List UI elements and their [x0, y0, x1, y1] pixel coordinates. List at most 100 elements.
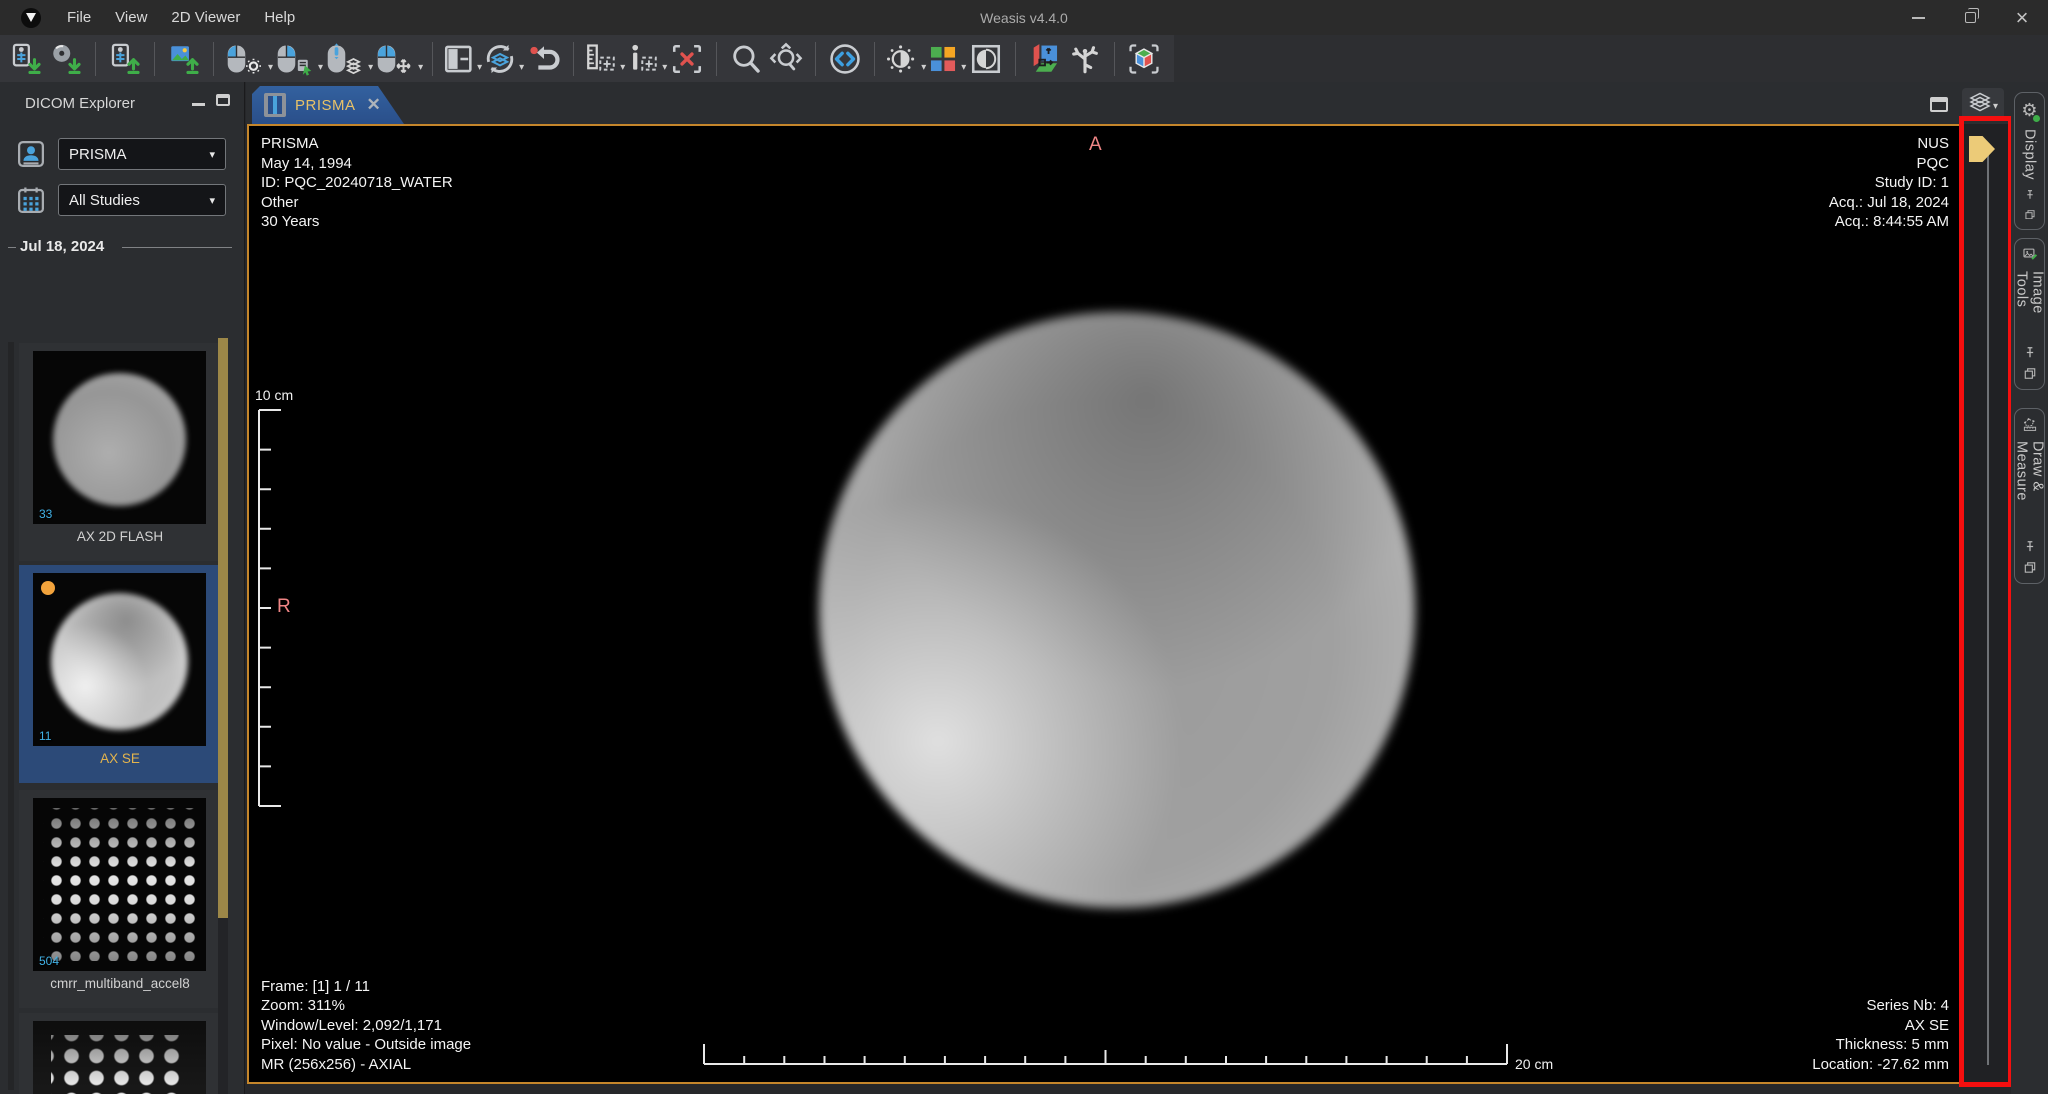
layout-button[interactable]: ▾ [442, 39, 482, 79]
invert-lut-button[interactable] [966, 39, 1006, 79]
series-thumbnail-list: 33 AX 2D FLASH 11 AX SE 504 [0, 338, 244, 1094]
skeleton-tool-icon [1068, 42, 1102, 76]
series-thumbnail-image: 11 [33, 573, 206, 746]
zoom-button[interactable] [726, 39, 766, 79]
import-cd-button[interactable] [46, 39, 86, 79]
close-button[interactable]: × [1996, 0, 2048, 35]
weasis-window: File View 2D Viewer Help Weasis v4.4.0 × [0, 0, 2048, 1094]
series-label: cmrr_multiband_accel8 [19, 976, 221, 991]
detach-window-icon[interactable] [2023, 562, 2037, 573]
study-select-value: All Studies [69, 192, 140, 209]
import-image-button[interactable] [164, 39, 204, 79]
tile-windows-icon[interactable] [1930, 97, 1948, 112]
volume-3d-button[interactable] [1124, 39, 1164, 79]
vertical-scale-ruler: 10 cm [251, 388, 321, 818]
dicom-metadata-icon [828, 42, 862, 76]
tab-close-icon[interactable]: ✕ [367, 95, 381, 115]
toolbar-separator [95, 42, 96, 76]
pin-icon[interactable] [2023, 347, 2037, 358]
chevron-down-icon: ▾ [209, 148, 215, 161]
mouse-left-window-level-button[interactable]: ▾ [223, 39, 273, 79]
toolbar-separator [573, 42, 574, 76]
tab-image-tools[interactable]: Image Tools [2014, 238, 2045, 390]
import-image-icon [167, 42, 201, 76]
series-layout-button[interactable]: ▾ [1962, 88, 2004, 120]
menu-file[interactable]: File [57, 7, 101, 28]
explorer-scrollbar[interactable] [218, 338, 228, 1094]
frame-slider-handle[interactable] [1969, 136, 1995, 162]
series-thumbnail-selected[interactable]: 11 AX SE [19, 565, 221, 783]
overlay-patient-info: PRISMA May 14, 1994 ID: PQC_20240718_WAT… [261, 134, 453, 232]
menu-view[interactable]: View [105, 7, 157, 28]
study-select[interactable]: All Studies ▾ [58, 184, 226, 216]
tab-draw-measure[interactable]: Draw & Measure [2014, 408, 2045, 584]
series-thumbnail[interactable]: 33 AX 2D FLASH [19, 343, 221, 561]
panel-minimize-icon[interactable] [192, 103, 205, 106]
mpr-button[interactable] [1025, 39, 1065, 79]
export-dicom-button[interactable] [105, 39, 145, 79]
toolbar-separator [716, 42, 717, 76]
right-tool-panel: ⚙ Display Image Tools [2011, 82, 2048, 1094]
patient-select[interactable]: PRISMA ▾ [58, 138, 226, 170]
mouse-middle-button-icon [323, 42, 367, 76]
series-thumbnail-image [33, 1021, 206, 1094]
frame-slider[interactable] [1964, 124, 2011, 1084]
overlay-study-info: NUS PQC Study ID: 1 Acq.: Jul 18, 2024 A… [1829, 134, 1949, 232]
study-selector-row: All Studies ▾ [16, 184, 244, 216]
mouse-left-button-icon [223, 42, 267, 76]
detach-window-icon[interactable] [2023, 368, 2037, 379]
restore-button[interactable] [1944, 0, 1996, 35]
mouse-middle-series-scroll-button[interactable]: ▾ [323, 39, 373, 79]
toolbar-separator [874, 42, 875, 76]
series-instance-count: 11 [39, 729, 51, 743]
mpr-icon [1027, 42, 1063, 76]
dicom-viewport[interactable]: PRISMA May 14, 1994 ID: PQC_20240718_WAT… [247, 124, 1963, 1084]
mouse-right-context-button[interactable]: ▾ [273, 39, 323, 79]
skeleton-tool-button[interactable] [1065, 39, 1105, 79]
reset-button[interactable] [524, 39, 564, 79]
detach-window-icon[interactable] [2023, 210, 2037, 219]
import-dicom-icon [9, 42, 43, 76]
pin-icon[interactable] [2023, 190, 2037, 199]
pin-icon[interactable] [2023, 541, 2037, 552]
weasis-logo-icon [21, 8, 41, 28]
dicom-metadata-button[interactable] [825, 39, 865, 79]
patient-select-value: PRISMA [69, 146, 127, 163]
close-icon: × [2016, 7, 2029, 29]
window-controls: × [1892, 0, 2048, 35]
window-title: Weasis v4.4.0 [0, 10, 2048, 26]
xray-patient-icon [264, 93, 286, 117]
window-level-icon [884, 42, 920, 76]
menu-help[interactable]: Help [254, 7, 305, 28]
menu-2d-viewer[interactable]: 2D Viewer [161, 7, 250, 28]
tab-display[interactable]: ⚙ Display [2014, 92, 2045, 230]
overlay-series-info: Series Nb: 4 AX SE Thickness: 5 mm Locat… [1812, 996, 1949, 1074]
series-instance-count: 504 [39, 954, 59, 968]
minimize-button[interactable] [1892, 0, 1944, 35]
mouse-pan-button[interactable]: ▾ [373, 39, 423, 79]
delete-measurement-button[interactable] [667, 39, 707, 79]
lut-button[interactable]: ▾ [926, 39, 966, 79]
window-level-button[interactable]: ▾ [884, 39, 926, 79]
panel-detach-icon[interactable] [216, 94, 230, 106]
pan-zoom-button[interactable] [766, 39, 806, 79]
measure-button[interactable]: ▾ [583, 39, 625, 79]
thumbnail-list-gutter [8, 342, 14, 1090]
export-dicom-icon [108, 42, 142, 76]
import-dicom-button[interactable] [6, 39, 46, 79]
draw-measure-icon [2021, 417, 2039, 431]
series-thumbnail[interactable] [19, 1013, 221, 1094]
series-thumbnail[interactable]: 504 cmrr_multiband_accel8 [19, 790, 221, 1008]
annotation-button[interactable]: ▾ [625, 39, 667, 79]
toolbar-separator [154, 42, 155, 76]
tab-prisma[interactable]: PRISMA ✕ [252, 86, 404, 124]
mouse-right-button-icon [273, 42, 317, 76]
layout-icon [442, 42, 476, 76]
measure-icon [583, 42, 619, 76]
dicom-explorer-header: DICOM Explorer [0, 82, 244, 124]
tab-display-label: Display [2022, 129, 2038, 180]
delete-measurement-icon [670, 42, 704, 76]
synch-button[interactable]: ▾ [482, 39, 524, 79]
explorer-scrollbar-thumb[interactable] [218, 338, 228, 918]
frame-slider-track[interactable] [1987, 150, 1989, 1065]
